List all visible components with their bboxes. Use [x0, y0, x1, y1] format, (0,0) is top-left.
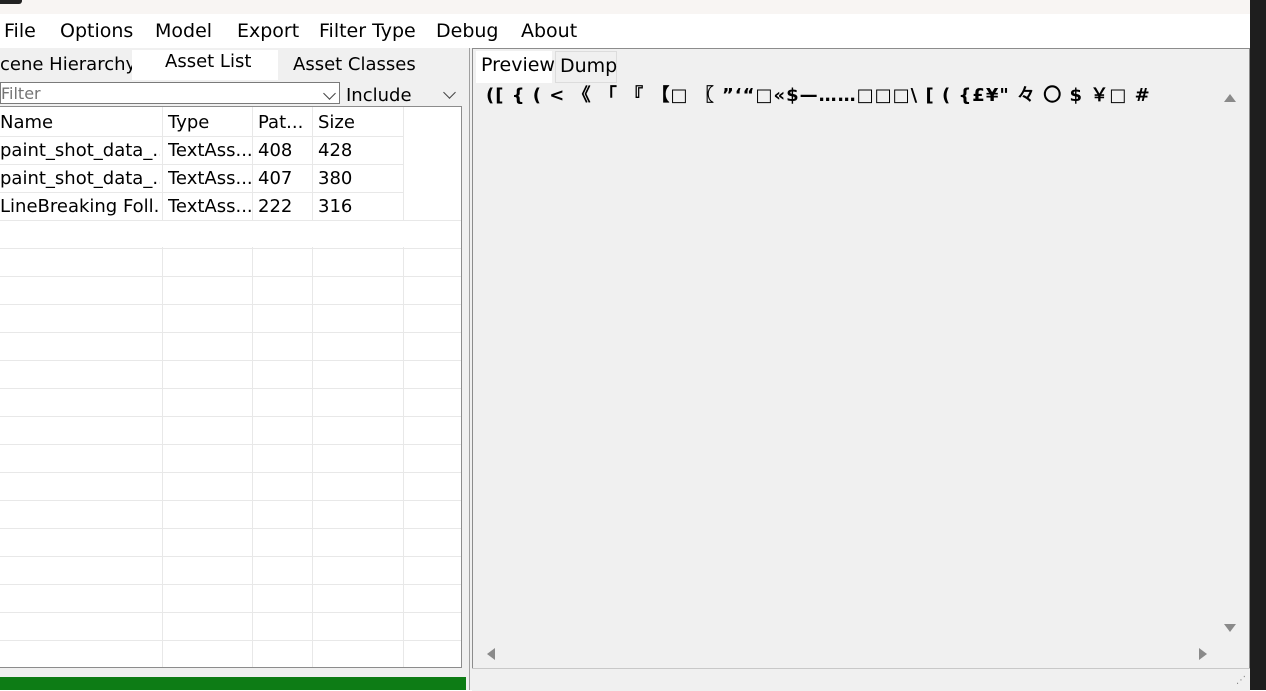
vertical-scrollbar[interactable] — [1218, 84, 1242, 640]
scroll-down-icon[interactable] — [1224, 624, 1236, 632]
filter-input[interactable] — [1, 83, 311, 103]
column-header-size[interactable]: Size — [318, 111, 355, 135]
cell-size: 316 — [318, 196, 353, 217]
cell-name: LineBreaking Foll... — [0, 196, 160, 217]
tab-asset-list[interactable]: Asset List — [132, 50, 278, 80]
window-edge — [1250, 0, 1266, 690]
menu-bar: File Options Model Export Filter Type De… — [0, 14, 1250, 48]
menu-export[interactable]: Export — [237, 19, 299, 43]
menu-file[interactable]: File — [4, 19, 36, 43]
scroll-left-icon[interactable] — [487, 648, 495, 660]
tab-asset-classes[interactable]: Asset Classes — [293, 53, 416, 77]
cell-name: paint_shot_data_... — [0, 168, 160, 189]
column-header-path[interactable]: Pat... — [258, 111, 303, 135]
cell-size: 380 — [318, 168, 353, 189]
column-header-type[interactable]: Type — [168, 111, 209, 135]
tab-scene-hierarchy[interactable]: cene Hierarchy — [0, 53, 136, 81]
cell-path: 408 — [258, 140, 293, 161]
cell-type: TextAss... — [168, 196, 252, 217]
filter-box[interactable] — [0, 82, 340, 104]
cell-type: TextAss... — [168, 140, 252, 161]
menu-options[interactable]: Options — [60, 19, 133, 43]
tab-preview[interactable]: Preview — [476, 51, 555, 83]
asset-table: Name Type Pat... Size paint_shot_data_..… — [0, 106, 462, 668]
resize-grip-icon[interactable]: ⋰ — [1236, 676, 1246, 686]
scroll-up-icon[interactable] — [1224, 94, 1236, 102]
include-select[interactable]: Include — [342, 84, 462, 106]
menu-about[interactable]: About — [521, 19, 577, 43]
splitter-line — [469, 48, 470, 690]
column-header-name[interactable]: Name — [0, 111, 53, 135]
chevron-down-icon[interactable] — [323, 87, 336, 100]
progress-bar — [0, 677, 466, 690]
title-bar — [0, 0, 1250, 14]
chevron-down-icon — [443, 86, 456, 99]
horizontal-scrollbar[interactable] — [478, 642, 1218, 666]
status-strip — [472, 668, 1250, 691]
menu-filter-type[interactable]: Filter Type — [319, 19, 416, 43]
scroll-right-icon[interactable] — [1199, 648, 1207, 660]
tab-dump[interactable]: Dump — [555, 51, 617, 83]
preview-text: ([ { ( < 《 「 『 【□ 〖 ”‘“□«$—……□□□\ [ ( {£… — [486, 85, 1151, 106]
cell-path: 407 — [258, 168, 293, 189]
cell-name: paint_shot_data_... — [0, 140, 160, 161]
cell-size: 428 — [318, 140, 353, 161]
preview-area — [478, 84, 1218, 640]
window-icon — [0, 0, 22, 4]
menu-debug[interactable]: Debug — [436, 19, 498, 43]
cell-type: TextAss... — [168, 168, 252, 189]
include-select-value: Include — [346, 85, 412, 106]
cell-path: 222 — [258, 196, 293, 217]
menu-model[interactable]: Model — [155, 19, 212, 43]
